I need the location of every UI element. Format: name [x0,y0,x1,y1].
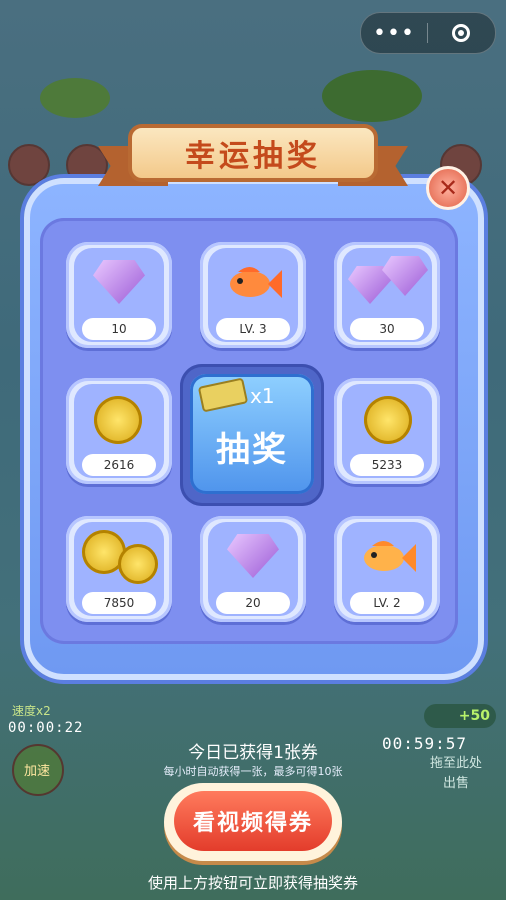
close-icon: ✕ [437,174,459,202]
prize-cell: 10 [66,242,172,348]
target-icon [452,24,470,42]
prize-label: 10 [82,318,156,340]
tickets-today-text: 今日已获得1张券 [188,743,318,763]
prize-cell: 5233 [334,378,440,484]
coin-icon [118,544,158,584]
more-icon: ••• [373,20,415,46]
close-button[interactable]: ✕ [426,166,470,210]
prize-label: 7850 [82,592,156,614]
speed-label: 速度x2 [12,704,51,718]
prize-label: 5233 [350,454,424,476]
miniprogram-capsule: ••• [360,12,496,54]
fish-icon [364,541,416,572]
gem-bonus: +50 [424,704,496,728]
exit-button[interactable] [428,24,494,42]
prize-label: LV. 3 [216,318,290,340]
prize-cell: 30 [334,242,440,348]
draw-button[interactable]: x1 抽奖 [180,364,324,506]
fish-icon [230,267,282,298]
island [322,70,422,122]
left-timer: 00:00:22 [8,720,84,736]
prize-cell: LV. 2 [334,516,440,622]
watch-video-button[interactable]: 看视频得券 [164,783,342,861]
draw-label: 抽奖 [216,430,288,470]
prize-label: 30 [350,318,424,340]
prize-label: LV. 2 [350,592,424,614]
island [40,78,110,118]
more-menu-button[interactable]: ••• [361,21,427,46]
coin-icon [94,396,142,444]
button-hint-text: 使用上方按钮可立即获得抽奖券 [147,874,358,892]
prize-cell: 7850 [66,516,172,622]
prize-cell: 20 [200,516,306,622]
coin-icon [364,396,412,444]
prize-cell: LV. 3 [200,242,306,348]
watch-video-label: 看视频得券 [192,811,313,836]
prize-label: 2616 [82,454,156,476]
tickets-rule-text: 每小时自动获得一张，最多可得10张 [163,765,343,778]
prize-cell: 2616 [66,378,172,484]
prize-label: 20 [216,592,290,614]
title-ribbon: 幸运抽奖 [98,118,408,198]
modal-title: 幸运抽奖 [185,139,321,174]
ribbon-band: 幸运抽奖 [128,124,378,182]
ticket-count: x1 [250,384,275,408]
sound-button[interactable] [8,144,50,186]
